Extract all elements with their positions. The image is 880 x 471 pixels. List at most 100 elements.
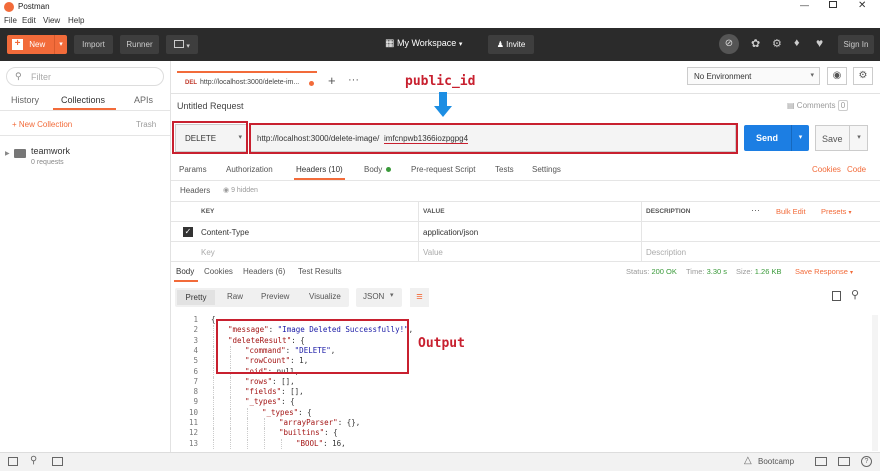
close-icon[interactable]: ✕: [858, 0, 866, 11]
workspace-switcher[interactable]: ▦ My Workspace ▾: [385, 38, 462, 49]
collection-item[interactable]: ▶ teamwork 0 requests: [0, 141, 170, 171]
more-tabs-icon[interactable]: ···: [348, 74, 359, 86]
tab-settings[interactable]: Settings: [532, 165, 561, 174]
new-dropdown-icon[interactable]: ▾: [54, 35, 67, 54]
value-placeholder[interactable]: Value: [423, 248, 443, 257]
code-line: 8 "fields": [],: [171, 387, 871, 398]
tab-authorization[interactable]: Authorization: [226, 165, 273, 174]
column-value: VALUE: [423, 208, 445, 215]
invite-button[interactable]: ♟ Invite: [488, 35, 534, 54]
sign-in-button[interactable]: Sign In: [838, 35, 874, 54]
request-name[interactable]: Untitled Request: [177, 101, 244, 111]
copy-icon[interactable]: [832, 291, 841, 301]
headers-table: KEY VALUE DESCRIPTION ··· Bulk Edit Pres…: [171, 201, 880, 262]
hidden-headers-label: 9 hidden: [231, 187, 258, 194]
find-icon[interactable]: ⚲: [30, 455, 37, 466]
header-value[interactable]: application/json: [423, 228, 478, 237]
tab-tests[interactable]: Tests: [495, 165, 514, 174]
request-tab-url: http://localhost:3000/delete-im...: [200, 79, 300, 86]
code-link[interactable]: Code: [847, 165, 866, 174]
response-status: Status: 200 OK: [626, 267, 677, 276]
tab-body[interactable]: Body: [364, 165, 392, 174]
row-checkbox[interactable]: ✓: [183, 227, 193, 237]
presets-link[interactable]: Presets ▾: [821, 207, 852, 216]
tab-headers[interactable]: Headers (10): [296, 165, 343, 174]
save-button[interactable]: Save ▾: [815, 125, 868, 151]
maximize-icon[interactable]: [829, 1, 837, 8]
console-icon[interactable]: [52, 457, 63, 466]
format-select[interactable]: JSON ▾: [356, 288, 402, 307]
menu-help[interactable]: Help: [68, 16, 84, 25]
bell-icon[interactable]: ♦: [794, 37, 800, 49]
chevron-down-icon[interactable]: ▾: [849, 126, 868, 150]
bulk-edit-link[interactable]: Bulk Edit: [776, 207, 806, 216]
key-placeholder[interactable]: Key: [201, 248, 215, 257]
presets-label: Presets: [821, 207, 847, 216]
new-collection-button[interactable]: + New Collection: [12, 120, 72, 129]
menu-edit[interactable]: Edit: [22, 16, 36, 25]
tab-history[interactable]: History: [11, 95, 39, 105]
tab-params[interactable]: Params: [179, 165, 207, 174]
add-tab-icon[interactable]: +: [328, 73, 336, 88]
filter-input[interactable]: ⚲ Filter: [6, 67, 164, 86]
indent-guide: [213, 418, 214, 428]
tab-apis[interactable]: APIs: [134, 95, 153, 105]
scrollbar[interactable]: [872, 315, 878, 451]
layout-split-icon[interactable]: [815, 457, 827, 466]
request-tab[interactable]: DEL http://localhost:3000/delete-im...: [177, 71, 317, 93]
code-text: "builtins": {: [279, 428, 338, 438]
more-options-icon[interactable]: ···: [751, 205, 760, 215]
tab-collections[interactable]: Collections: [61, 95, 105, 105]
response-tab-headers[interactable]: Headers (6): [243, 267, 285, 276]
import-button[interactable]: Import: [74, 35, 113, 54]
header-key[interactable]: Content-Type: [201, 228, 249, 237]
table-header-row: KEY VALUE DESCRIPTION ··· Bulk Edit Pres…: [171, 202, 880, 222]
search-icon[interactable]: ⚲: [851, 288, 859, 301]
menu-view[interactable]: View: [43, 16, 60, 25]
code-line: 13 "BOOL": 16,: [171, 438, 871, 449]
bootcamp-link[interactable]: Bootcamp: [758, 457, 794, 466]
comment-icon: ▤: [787, 101, 795, 110]
comments-button[interactable]: ▤ Comments 0: [787, 100, 849, 111]
trash-button[interactable]: Trash: [136, 120, 156, 129]
eye-icon: ◉: [223, 187, 230, 194]
view-visualize[interactable]: Visualize: [309, 292, 341, 301]
window-title: Postman: [18, 2, 50, 11]
manage-environments-button[interactable]: ⚙: [853, 67, 873, 85]
response-tab-body[interactable]: Body: [176, 267, 194, 276]
minimize-icon[interactable]: —: [800, 0, 809, 10]
new-window-button[interactable]: ▾: [166, 35, 198, 54]
headers-bar-label: Headers: [180, 186, 211, 195]
environment-select[interactable]: No Environment ▾: [687, 67, 820, 85]
view-raw[interactable]: Raw: [227, 292, 243, 301]
response-tab-cookies[interactable]: Cookies: [204, 267, 233, 276]
sidebar-toggle-icon[interactable]: [8, 457, 18, 466]
heart-icon[interactable]: ♥: [816, 36, 823, 50]
settings-icon[interactable]: ⚙: [772, 37, 782, 50]
description-placeholder[interactable]: Description: [646, 248, 686, 257]
response-headers-label: Headers (6): [243, 267, 286, 276]
runner-button[interactable]: Runner: [120, 35, 159, 54]
code-text: "_types": {: [245, 397, 295, 407]
menu-file[interactable]: File: [4, 16, 17, 25]
new-button[interactable]: + New ▾: [7, 35, 67, 54]
satellite-icon[interactable]: ✿: [751, 37, 760, 50]
postman-logo-icon: [4, 2, 14, 12]
view-pretty[interactable]: Pretty: [177, 290, 215, 305]
layout-columns-icon[interactable]: [838, 457, 850, 466]
hidden-headers-toggle[interactable]: ◉ 9 hidden: [223, 186, 258, 194]
view-preview[interactable]: Preview: [261, 292, 289, 301]
wrap-lines-icon[interactable]: ≡: [410, 288, 429, 307]
cookies-link[interactable]: Cookies: [812, 165, 841, 174]
sync-icon[interactable]: ⊘: [719, 34, 739, 54]
tab-prerequest-script[interactable]: Pre-request Script: [411, 165, 475, 174]
send-button[interactable]: Send ▾: [744, 125, 809, 151]
help-icon[interactable]: ?: [861, 456, 872, 467]
response-tab-test-results[interactable]: Test Results: [298, 267, 342, 276]
save-response-button[interactable]: Save Response ▾: [795, 267, 853, 276]
environment-quick-look-button[interactable]: ◉: [827, 67, 847, 85]
line-number: 6: [193, 366, 198, 376]
size-value: 1.26 KB: [754, 267, 782, 276]
chevron-down-icon[interactable]: ▾: [791, 125, 809, 151]
line-number: 9: [193, 397, 198, 407]
